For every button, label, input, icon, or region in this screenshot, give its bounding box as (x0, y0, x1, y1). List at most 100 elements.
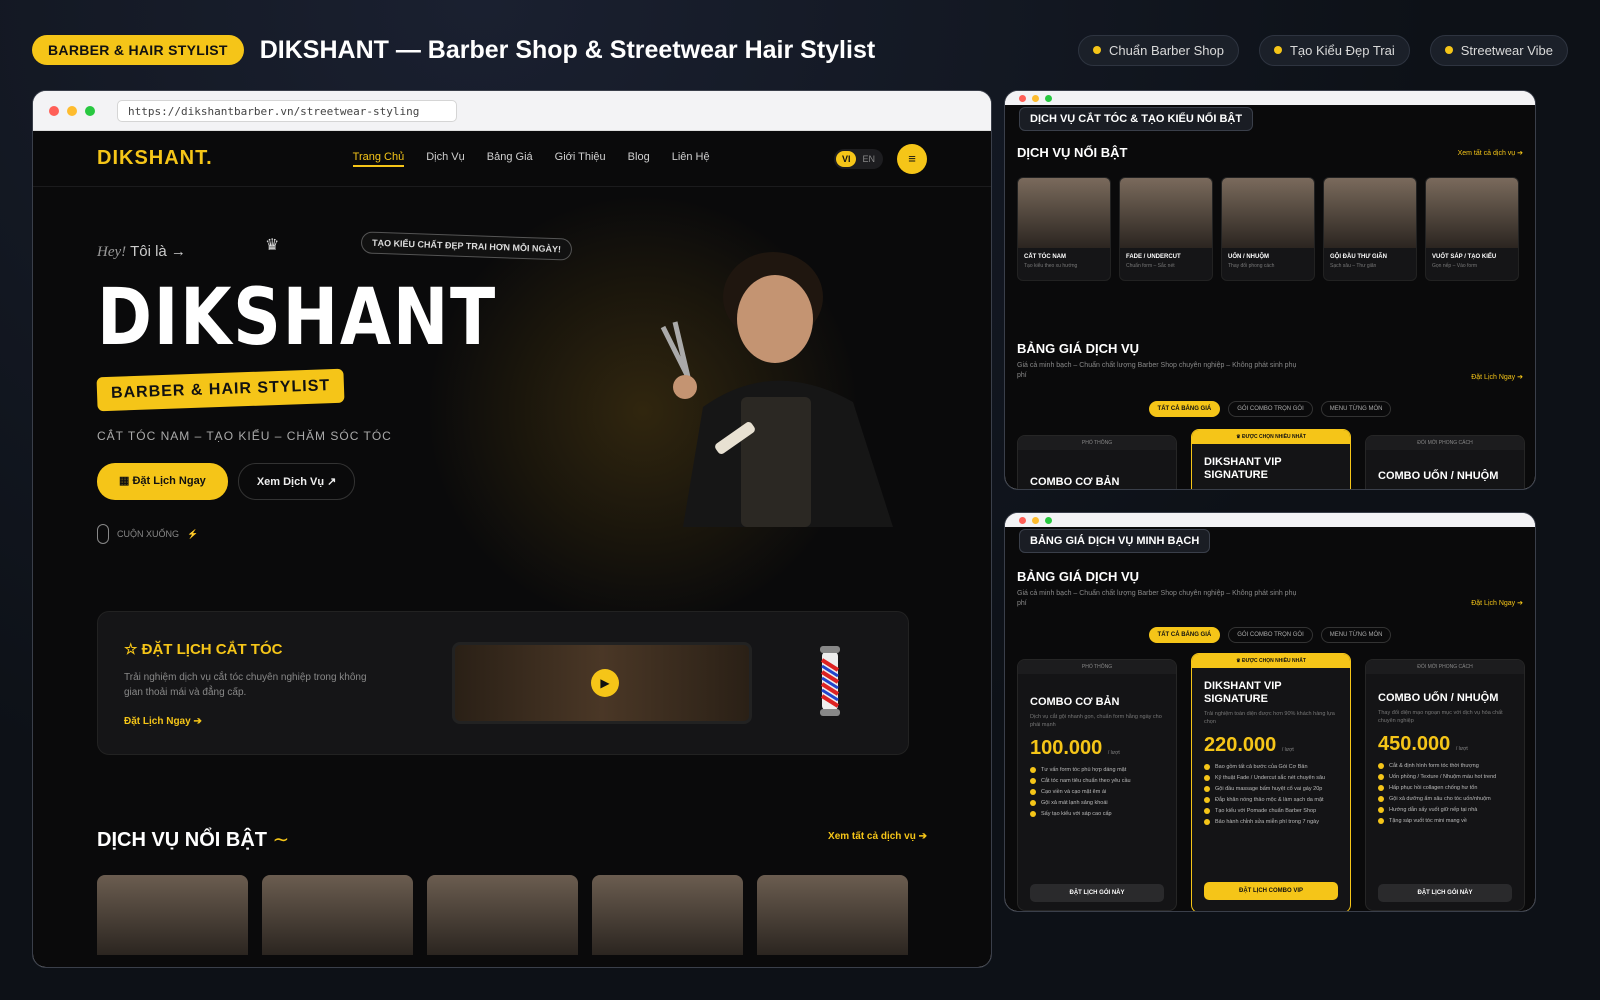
check-icon (1030, 777, 1036, 784)
feature-pill: Chuẩn Barber Shop (1078, 34, 1239, 66)
intro-text: Tôi là (130, 243, 167, 260)
book-plan-button[interactable]: ĐẶT LỊCH GÓI NÀY (1030, 884, 1164, 902)
tab-combo[interactable]: GÓI COMBO TRỌN GÓI (1228, 627, 1313, 643)
close-window-icon[interactable] (49, 105, 59, 116)
plan-name: COMBO CƠ BẢN (1030, 696, 1120, 708)
feature-item: Đắp khăn nóng thảo mộc & làm sạch da mặt (1192, 794, 1350, 805)
nav-item-about[interactable]: Giới Thiệu (555, 151, 606, 167)
check-icon (1204, 818, 1210, 825)
lang-vi[interactable]: VI (835, 150, 857, 167)
hey-text: Hey! (97, 244, 127, 260)
services-title: DỊCH VỤ NỔI BẬT (1017, 145, 1128, 160)
service-card[interactable]: GỘI ĐẦU THƯ GIÃN Sạch sâu – Thư giãn (1323, 177, 1417, 281)
book-vip-button[interactable]: ĐẶT LỊCH COMBO VIP (1204, 882, 1338, 900)
price-value: 450.000 (1378, 733, 1451, 755)
feature-text: Gội xả dưỡng ẩm sâu cho tóc uốn/nhuộm (1389, 795, 1491, 802)
hero-section: Hey! Tôi là → DIKSHANT BARBER & HAIR STY… (96, 243, 568, 544)
website-page: BẢNG GIÁ DỊCH VỤ MINH BẠCH BẢNG GIÁ DỊCH… (1005, 527, 1535, 911)
plan-name: COMBO UỐN / NHUỘM (1378, 692, 1499, 704)
scroll-indicator[interactable]: CUỘN XUỐNG ⚡ (97, 524, 568, 544)
play-icon[interactable]: ▶ (591, 669, 619, 697)
service-card[interactable]: CẮT TÓC NAM Tạo kiểu theo xu hướng (1017, 177, 1111, 281)
view-services-button[interactable]: Xem Dịch Vụ ↗ (237, 463, 356, 500)
service-card[interactable]: UỐN / NHUỘM Thay đổi phong cách (1221, 177, 1315, 281)
minimize-window-icon[interactable] (67, 105, 77, 116)
close-window-icon[interactable] (1019, 516, 1026, 524)
feature-item: Bao gồm tất cả bước của Gói Cơ Bản (1192, 761, 1350, 772)
dot-icon (1093, 46, 1102, 54)
card-desc: Gọn nếp – Vào form (1432, 263, 1478, 269)
tab-all[interactable]: TẤT CẢ BẢNG GIÁ (1148, 627, 1221, 643)
browser-chrome (1005, 513, 1535, 527)
booking-title: ☆ ĐẶT LỊCH CẮT TÓC (124, 640, 282, 658)
plan-name: DIKSHANT VIP SIGNATURE (1204, 456, 1282, 481)
plan-card-vip: ♛ ĐƯỢC CHỌN NHIỀU NHẤT DIKSHANT VIP SIGNA… (1191, 429, 1351, 489)
service-cards: CẮT TÓC NAM Tạo kiểu theo xu hướng FADE /… (1017, 177, 1519, 281)
book-now-label: Đặt Lịch Ngay (132, 475, 206, 487)
lang-en[interactable]: EN (856, 151, 881, 167)
feature-text: Tặng sáp vuốt tóc mini mang về (1389, 817, 1467, 824)
booking-link[interactable]: Đặt Lịch Ngay ➔ (124, 716, 202, 727)
maximize-window-icon[interactable] (1045, 94, 1052, 102)
feature-pills: Chuẩn Barber Shop Tạo Kiểu Đẹp Trai Stre… (1078, 34, 1568, 66)
booking-title-text: ĐẶT LỊCH CẮT TÓC (141, 641, 283, 658)
check-icon (1030, 799, 1036, 806)
card-title: UỐN / NHUỘM (1228, 254, 1269, 260)
close-window-icon[interactable] (1019, 94, 1026, 102)
hero-badge: BARBER & HAIR STYLIST (96, 368, 345, 412)
price-plans: PHỔ THÔNG COMBO CƠ BẢN ♛ ĐƯỢC CHỌN NHIỀU … (1017, 429, 1525, 489)
check-icon (1378, 784, 1384, 791)
booking-text: Trải nghiệm dịch vụ cắt tóc chuyên nghiệ… (124, 672, 367, 698)
video-thumbnail[interactable]: ▶ (452, 642, 752, 724)
feature-text: Bao gồm tất cả bước của Gói Cơ Bản (1215, 763, 1308, 770)
maximize-window-icon[interactable] (85, 105, 95, 116)
address-bar[interactable]: https://dikshantbarber.vn/streetwear-sty… (117, 99, 457, 122)
book-now-link[interactable]: Đặt Lịch Ngay ➔ (1471, 599, 1523, 607)
language-toggle[interactable]: VI EN (833, 148, 883, 169)
view-all-services-link[interactable]: Xem tất cả dịch vụ ➔ (828, 831, 927, 842)
nav-item-blog[interactable]: Blog (628, 151, 650, 167)
tab-combo[interactable]: GÓI COMBO TRỌN GÓI (1228, 401, 1313, 417)
feature-item: Bảo hành chỉnh sửa miễn phí trong 7 ngày (1192, 816, 1350, 827)
service-card[interactable]: VUỐT SÁP / TẠO KIỂU Gọn nếp – Vào form (1425, 177, 1519, 281)
tab-menu[interactable]: MENU TỪNG MÓN (1320, 627, 1392, 643)
nav-item-contact[interactable]: Liên Hệ (672, 151, 710, 167)
plan-price: 100.000 / lượt (1018, 733, 1176, 764)
booking-banner: ☆ ĐẶT LỊCH CẮT TÓC Trải nghiệm dịch vụ c… (97, 611, 909, 755)
service-image[interactable] (262, 875, 413, 955)
maximize-window-icon[interactable] (1045, 516, 1052, 524)
scroll-label: CUỘN XUỐNG (117, 529, 180, 539)
plan-top-text: ĐƯỢC CHỌN NHIỀU NHẤT (1241, 658, 1306, 664)
tab-all[interactable]: TẤT CẢ BẢNG GIÁ (1148, 401, 1221, 417)
minimize-window-icon[interactable] (1032, 94, 1039, 102)
tab-menu[interactable]: MENU TỪNG MÓN (1320, 401, 1392, 417)
check-icon (1030, 788, 1036, 795)
plan-name: DIKSHANT VIP SIGNATURE (1204, 680, 1282, 705)
pill-label: Chuẩn Barber Shop (1109, 42, 1224, 58)
book-plan-button[interactable]: ĐẶT LỊCH GÓI NÀY (1378, 884, 1512, 902)
barber-pole-icon (820, 646, 840, 716)
calendar-icon: ▦ (119, 475, 133, 487)
nav-item-home[interactable]: Trang Chủ (352, 151, 405, 167)
page-title: DIKSHANT — Barber Shop & Streetwear Hair… (259, 35, 876, 64)
nav-item-pricing[interactable]: Bảng Giá (487, 151, 533, 167)
book-now-button[interactable]: ▦ Đặt Lịch Ngay (97, 463, 228, 500)
service-card[interactable]: FADE / UNDERCUT Chuẩn form – Sắc nét (1119, 177, 1213, 281)
site-logo[interactable]: DIKSHANT. (97, 147, 213, 170)
service-image[interactable] (592, 875, 743, 955)
feature-text: Bảo hành chỉnh sửa miễn phí trong 7 ngày (1215, 818, 1319, 825)
plan-price: 450.000 / lượt (1366, 729, 1524, 760)
nav-item-services[interactable]: Dịch Vụ (426, 151, 465, 167)
check-icon (1030, 810, 1036, 817)
service-image[interactable] (97, 875, 248, 955)
feature-pill: Streetwear Vibe (1429, 34, 1568, 66)
view-all-services-link[interactable]: Xem tất cả dịch vụ ➔ (1458, 149, 1523, 157)
feature-item: Hướng dẫn sấy vuốt giữ nếp tại nhà (1366, 804, 1524, 815)
book-now-link[interactable]: Đặt Lịch Ngay ➔ (1471, 373, 1523, 381)
menu-icon[interactable]: ≡ (897, 143, 927, 174)
minimize-window-icon[interactable] (1032, 516, 1039, 524)
service-image[interactable] (757, 875, 908, 955)
feature-text: Cắt & định hình form tóc thời thượng (1389, 762, 1479, 769)
header-bar: BARBER & HAIR STYLIST DIKSHANT — Barber … (32, 34, 1568, 66)
service-image[interactable] (427, 875, 578, 955)
